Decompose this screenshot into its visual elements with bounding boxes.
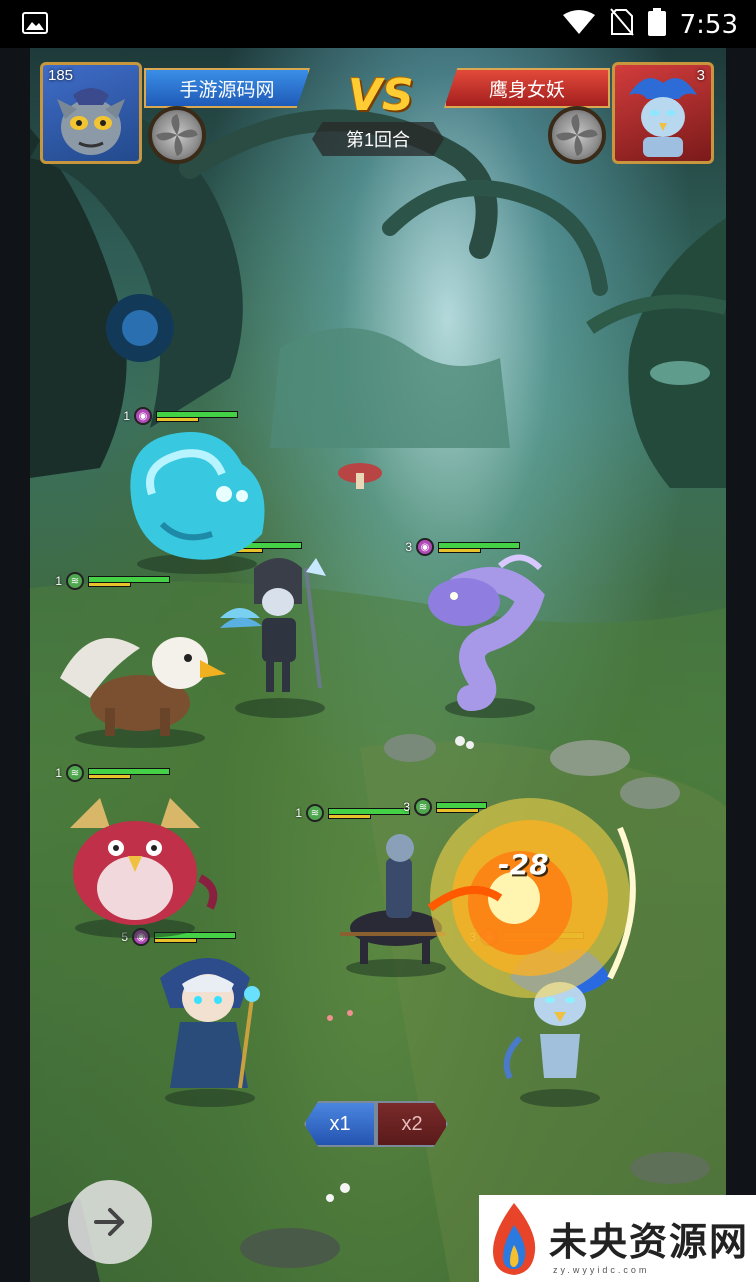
left-player-name: 手游源码网: [144, 68, 310, 108]
battle-stage: 185 手游源码网 VS 第1回合 鹰身女妖 3 1 ◉ 1 ≋ 3 ◉ 1 ≋…: [30, 48, 726, 1282]
right-player-level: 3: [696, 67, 705, 84]
clock: 7:53: [679, 9, 738, 40]
left-player-portrait[interactable]: 185: [40, 62, 142, 164]
hp-bar: [156, 410, 238, 418]
hp-bar: [328, 807, 410, 815]
wifi-icon: [562, 9, 596, 40]
battery-icon: [647, 8, 666, 41]
energy-bar: [88, 774, 131, 779]
griffin-unit[interactable]: [50, 608, 230, 748]
speed-x2-button[interactable]: x2: [376, 1101, 448, 1147]
damage-number: -28: [498, 848, 549, 881]
arrow-right-icon: [94, 1208, 124, 1236]
left-fan-icon: [148, 106, 206, 164]
wind-element-icon: ≋: [66, 572, 84, 590]
serpent-spirit-unit[interactable]: [400, 548, 560, 718]
round-indicator: 第1回合: [312, 122, 444, 156]
water-element-icon: ◉: [134, 407, 152, 425]
next-arrow-button[interactable]: [68, 1180, 152, 1264]
flame-logo-icon: [493, 1203, 536, 1275]
vs-label: VS: [348, 70, 414, 121]
watermark-subtext: zy.wyyidc.com: [553, 1265, 650, 1275]
watermark-text: 未央资源网: [549, 1219, 750, 1264]
right-player-name: 鹰身女妖: [444, 68, 610, 108]
right-player-portrait[interactable]: 3: [612, 62, 714, 164]
energy-bar: [88, 582, 131, 587]
right-fan-icon: [548, 106, 606, 164]
unit-bar-red-owlbear: 1 ≋: [52, 764, 170, 782]
no-sim-icon: [609, 8, 634, 41]
watermark: 未央资源网 zy.wyyidc.com: [479, 1195, 756, 1282]
status-bar: 7:53: [0, 0, 756, 48]
wind-element-icon: ≋: [66, 764, 84, 782]
left-player-level: 185: [48, 67, 74, 84]
red-owlbear-unit[interactable]: [50, 788, 220, 938]
energy-bar: [156, 417, 199, 422]
ice-mage-unit[interactable]: [140, 938, 280, 1108]
unit-bar-water-elemental: 1 ◉: [120, 407, 238, 425]
gallery-icon: [22, 12, 48, 39]
unit-bar-griffin: 1 ≋: [52, 572, 170, 590]
wind-element-icon: ≋: [306, 804, 324, 822]
hp-bar: [88, 767, 170, 775]
dark-valkyrie-unit[interactable]: [210, 548, 350, 718]
speed-x1-button[interactable]: x1: [304, 1101, 376, 1147]
hp-bar: [88, 575, 170, 583]
fire-explosion-effect: [427, 798, 636, 998]
